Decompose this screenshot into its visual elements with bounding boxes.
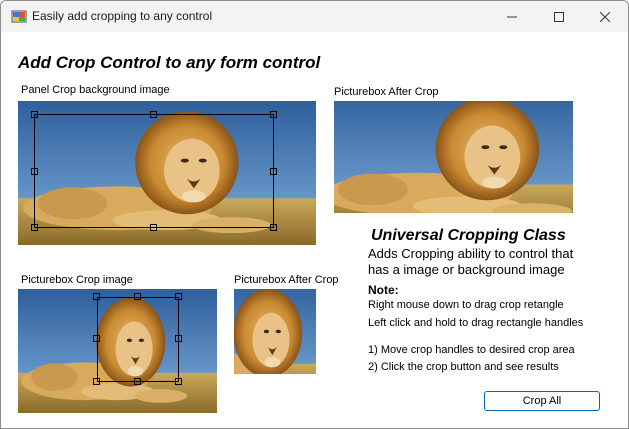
- maximize-icon: [554, 11, 564, 22]
- step-1: 1) Move crop handles to desired crop are…: [368, 344, 575, 356]
- picturebox-crop-label: Picturebox Crop image: [21, 274, 133, 286]
- info-description-line-1: Adds Cropping ability to control that: [368, 246, 574, 261]
- step-2: 2) Click the crop button and see results: [368, 361, 559, 373]
- info-description-line-2: has a image or background image: [368, 262, 565, 277]
- app-icon[interactable]: [11, 9, 27, 25]
- picturebox-after-crop-2: [234, 289, 316, 374]
- crop-handle[interactable]: [175, 335, 182, 342]
- note-line-1: Right mouse down to drag crop retangle: [368, 299, 564, 311]
- note-line-2: Left click and hold to drag rectangle ha…: [368, 317, 584, 329]
- crop-handle[interactable]: [31, 168, 38, 175]
- crop-handle[interactable]: [270, 111, 277, 118]
- maximize-button[interactable]: [536, 1, 582, 32]
- client-area: Add Crop Control to any form control Pan…: [1, 32, 628, 428]
- minimize-button[interactable]: [489, 1, 535, 32]
- crop-handle[interactable]: [134, 378, 141, 385]
- crop-handle[interactable]: [150, 224, 157, 231]
- main-window: Easily add cropping to any control Add C…: [0, 0, 629, 429]
- crop-handle[interactable]: [175, 293, 182, 300]
- crop-all-button[interactable]: Crop All: [484, 391, 600, 411]
- crop-handle[interactable]: [270, 224, 277, 231]
- note-title: Note:: [368, 283, 399, 297]
- title-bar[interactable]: Easily add cropping to any control: [1, 1, 628, 32]
- crop-handle[interactable]: [31, 111, 38, 118]
- crop-rectangle[interactable]: [34, 114, 274, 228]
- panel-crop-image[interactable]: [18, 101, 316, 245]
- crop-handle[interactable]: [93, 378, 100, 385]
- crop-handle[interactable]: [93, 293, 100, 300]
- picturebox-after-crop-1: [334, 101, 573, 213]
- crop-handle[interactable]: [93, 335, 100, 342]
- picturebox-after-crop-label-1: Picturebox After Crop: [334, 86, 439, 98]
- crop-handle[interactable]: [175, 378, 182, 385]
- crop-rectangle[interactable]: [97, 297, 179, 382]
- close-button[interactable]: [582, 1, 628, 32]
- picturebox-after-crop-label-2: Picturebox After Crop: [234, 274, 339, 286]
- info-title: Universal Cropping Class: [371, 227, 566, 244]
- picturebox-crop-image[interactable]: [18, 289, 217, 413]
- crop-handle[interactable]: [150, 111, 157, 118]
- close-icon: [600, 11, 610, 22]
- panel-crop-label: Panel Crop background image: [21, 84, 170, 96]
- crop-handle[interactable]: [134, 293, 141, 300]
- window-title: Easily add cropping to any control: [32, 9, 213, 23]
- page-heading: Add Crop Control to any form control: [18, 53, 321, 72]
- crop-handle[interactable]: [31, 224, 38, 231]
- minimize-icon: [507, 16, 517, 17]
- crop-handle[interactable]: [270, 168, 277, 175]
